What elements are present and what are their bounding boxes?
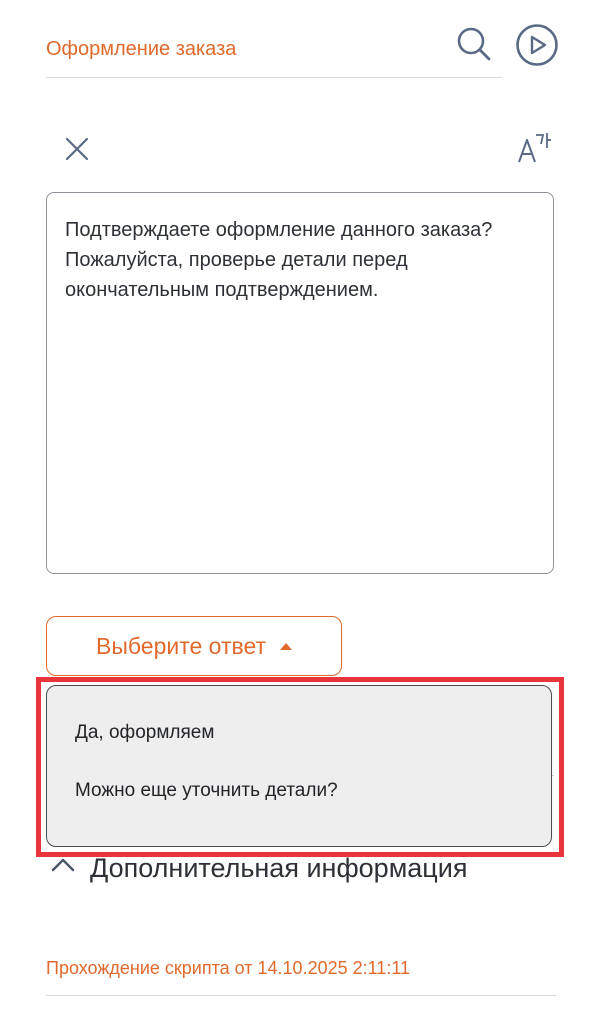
translate-icon[interactable]	[515, 130, 555, 166]
answer-select-label: Выберите ответ	[95, 632, 267, 659]
script-run-timestamp: Прохождение скрипта от 14.10.2025 2:11:1…	[46, 958, 410, 978]
footer-divider	[46, 995, 556, 996]
page-title: Оформление заказа	[46, 38, 237, 60]
play-circle-icon[interactable]	[515, 23, 559, 67]
message-textbox[interactable]: Подтверждаете оформление данного заказа?…	[46, 192, 554, 574]
order-checkout-screen: Оформление заказа Подтверждаете оформлен…	[0, 0, 594, 1024]
highlight-frame	[36, 677, 564, 857]
chevron-up-icon	[50, 853, 76, 884]
additional-info-toggle[interactable]: Дополнительная информация	[50, 848, 467, 888]
search-icon[interactable]	[454, 24, 494, 64]
caret-up-icon	[280, 643, 293, 650]
header-divider	[46, 77, 502, 78]
message-text: Подтверждаете оформление данного заказа?…	[65, 219, 493, 301]
answer-select-button[interactable]: Выберите ответ	[46, 616, 342, 676]
close-icon[interactable]	[60, 132, 94, 166]
additional-info-label: Дополнительная информация	[90, 852, 468, 883]
